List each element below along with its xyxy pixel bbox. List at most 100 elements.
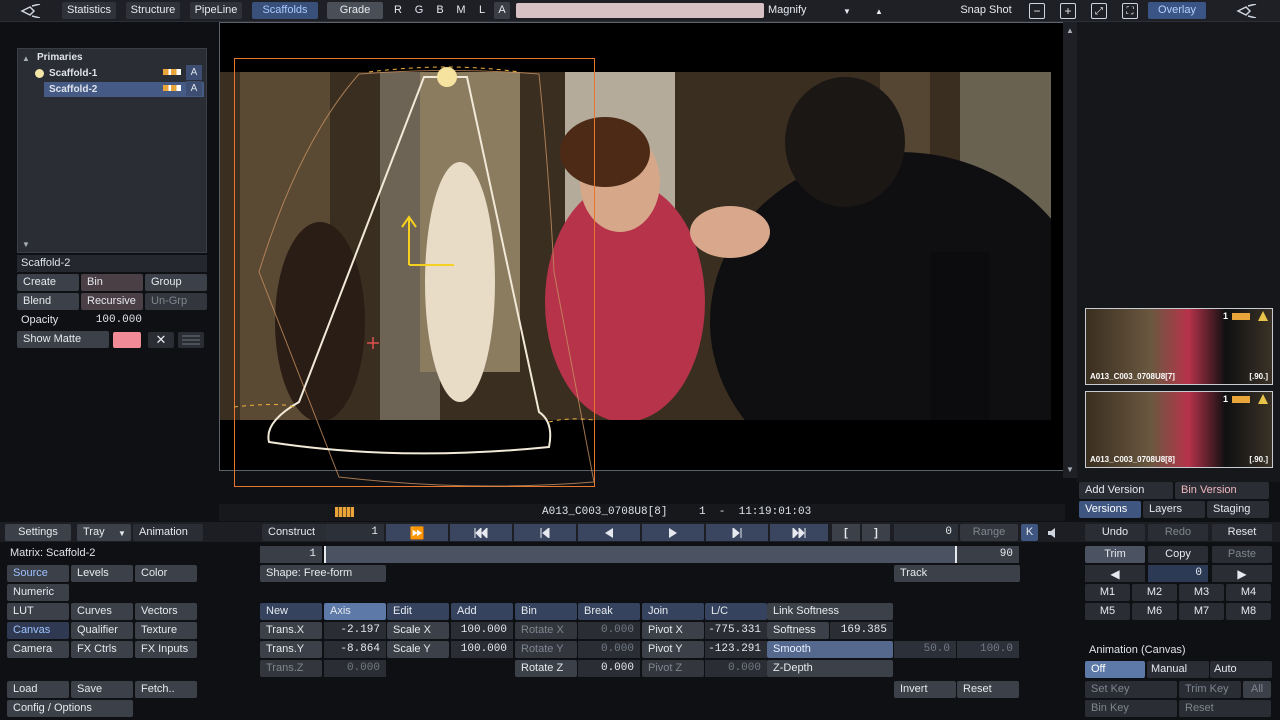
- z-depth-button[interactable]: Z-Depth: [767, 660, 893, 677]
- new-button[interactable]: New: [260, 603, 322, 620]
- undo-button[interactable]: Undo: [1085, 524, 1145, 541]
- viewer-scrollbar[interactable]: [1063, 22, 1077, 478]
- tab-statistics[interactable]: Statistics: [62, 2, 116, 19]
- arrow-right-icon[interactable]: ▶: [1212, 565, 1272, 582]
- link-softness-button[interactable]: Link Softness: [767, 603, 893, 620]
- matrix-color[interactable]: Color: [135, 565, 197, 582]
- construct-value[interactable]: 1: [326, 524, 384, 541]
- save-button[interactable]: Save: [71, 681, 133, 698]
- rotate-x-value[interactable]: 0.000: [578, 622, 640, 639]
- view-slider[interactable]: [516, 3, 764, 18]
- join-button[interactable]: Join: [642, 603, 704, 620]
- rotate-z-value[interactable]: 0.000: [578, 660, 640, 677]
- blend-button[interactable]: Blend: [17, 293, 79, 310]
- config-options-button[interactable]: Config / Options: [7, 700, 133, 717]
- overlay-button[interactable]: Overlay: [1148, 2, 1206, 19]
- memory-m3[interactable]: M3: [1179, 584, 1224, 601]
- set-key-button[interactable]: Set Key: [1085, 681, 1177, 698]
- play-reverse-icon[interactable]: [578, 524, 640, 541]
- bin-version-button[interactable]: Bin Version: [1175, 482, 1269, 499]
- matrix-camera[interactable]: Camera: [7, 641, 69, 658]
- nav-value[interactable]: 0: [1148, 565, 1208, 582]
- anim-auto-button[interactable]: Auto: [1210, 661, 1272, 678]
- snap-shot-button[interactable]: Snap Shot: [957, 2, 1015, 19]
- animation-button[interactable]: Animation: [133, 524, 203, 541]
- matrix-qualifier[interactable]: Qualifier: [71, 622, 133, 639]
- play-icon[interactable]: [642, 524, 704, 541]
- satellite-icon-right[interactable]: [1232, 2, 1262, 20]
- step-forward-icon[interactable]: [706, 524, 768, 541]
- frame-range-slider[interactable]: [324, 546, 956, 563]
- channel-b[interactable]: B: [432, 2, 448, 19]
- skip-end-icon[interactable]: [770, 524, 828, 541]
- tab-pipeline[interactable]: PipeLine: [190, 2, 242, 19]
- memory-m7[interactable]: M7: [1179, 603, 1224, 620]
- smooth-value-a[interactable]: 50.0: [894, 641, 956, 658]
- collapse-icon[interactable]: ▲: [20, 52, 32, 64]
- channel-a[interactable]: A: [494, 2, 510, 19]
- menu-lines-icon[interactable]: [178, 332, 204, 348]
- mark-out-icon[interactable]: ]: [862, 524, 890, 541]
- recursive-button[interactable]: Recursive: [81, 293, 143, 310]
- tab-layers[interactable]: Layers: [1143, 501, 1205, 518]
- matrix-vectors[interactable]: Vectors: [135, 603, 197, 620]
- matrix-curves[interactable]: Curves: [71, 603, 133, 620]
- anim-reset-button[interactable]: Reset: [1179, 700, 1271, 717]
- matrix-source[interactable]: Source: [7, 565, 69, 582]
- memory-m4[interactable]: M4: [1226, 584, 1271, 601]
- ungroup-button[interactable]: Un-Grp: [145, 293, 207, 310]
- break-button[interactable]: Break: [578, 603, 640, 620]
- reset-transform-button[interactable]: Reset: [957, 681, 1019, 698]
- tray-chevron-icon[interactable]: ▼: [116, 526, 128, 540]
- tab-grade[interactable]: Grade: [327, 2, 383, 19]
- range-start-value[interactable]: 1: [260, 546, 322, 563]
- all-button[interactable]: All: [1243, 681, 1271, 698]
- memory-m1[interactable]: M1: [1085, 584, 1130, 601]
- tab-structure[interactable]: Structure: [126, 2, 180, 19]
- speaker-icon[interactable]: [1044, 524, 1064, 541]
- scale-y-value[interactable]: 100.000: [451, 641, 513, 658]
- trans-y-value[interactable]: -8.864: [324, 641, 386, 658]
- tab-staging[interactable]: Staging: [1207, 501, 1269, 518]
- rotate-y-value[interactable]: 0.000: [578, 641, 640, 658]
- matrix-fx-ctrls[interactable]: FX Ctrls: [71, 641, 133, 658]
- scroll-up-icon[interactable]: ▲: [1064, 24, 1076, 36]
- expand-icon[interactable]: ▼: [20, 238, 32, 250]
- fast-forward-icon[interactable]: ⏩: [386, 524, 448, 541]
- lc-button[interactable]: L/C: [705, 603, 767, 620]
- bin-point-button[interactable]: Bin: [515, 603, 577, 620]
- bin-button[interactable]: Bin: [81, 274, 143, 291]
- chevron-down-icon[interactable]: ▼: [840, 3, 854, 19]
- step-back-icon[interactable]: [514, 524, 576, 541]
- matrix-numeric[interactable]: Numeric: [7, 584, 69, 601]
- load-button[interactable]: Load: [7, 681, 69, 698]
- mask-shape[interactable]: [219, 22, 1065, 492]
- anim-manual-button[interactable]: Manual: [1147, 661, 1209, 678]
- channel-m[interactable]: M: [453, 2, 469, 19]
- show-matte-button[interactable]: Show Matte: [17, 331, 109, 348]
- add-button[interactable]: Add: [451, 603, 513, 620]
- channel-g[interactable]: G: [411, 2, 427, 19]
- matte-color-swatch[interactable]: [113, 332, 141, 348]
- mark-in-icon[interactable]: [: [832, 524, 860, 541]
- memory-m2[interactable]: M2: [1132, 584, 1177, 601]
- matrix-fx-inputs[interactable]: FX Inputs: [135, 641, 197, 658]
- matrix-canvas[interactable]: Canvas: [7, 622, 69, 639]
- opacity-value[interactable]: 100.000: [88, 312, 142, 329]
- magnify-button[interactable]: Magnify: [768, 2, 830, 19]
- memory-m5[interactable]: M5: [1085, 603, 1130, 620]
- redo-button[interactable]: Redo: [1148, 524, 1208, 541]
- version-thumb-1[interactable]: 1 A013_C003_0708U8[7] [.90.]: [1085, 308, 1273, 385]
- bin-key-button[interactable]: Bin Key: [1085, 700, 1177, 717]
- zoom-in-icon[interactable]: +: [1060, 3, 1076, 19]
- shape-type-button[interactable]: Shape: Free-form: [260, 565, 386, 582]
- close-icon[interactable]: ✕: [148, 332, 174, 348]
- invert-button[interactable]: Invert: [894, 681, 956, 698]
- channel-r[interactable]: R: [390, 2, 406, 19]
- slider-handle-left[interactable]: [324, 546, 326, 563]
- scale-x-value[interactable]: 100.000: [451, 622, 513, 639]
- trim-key-button[interactable]: Trim Key: [1179, 681, 1241, 698]
- trans-z-value[interactable]: 0.000: [324, 660, 386, 677]
- memory-m6[interactable]: M6: [1132, 603, 1177, 620]
- softness-value[interactable]: 169.385: [830, 622, 893, 639]
